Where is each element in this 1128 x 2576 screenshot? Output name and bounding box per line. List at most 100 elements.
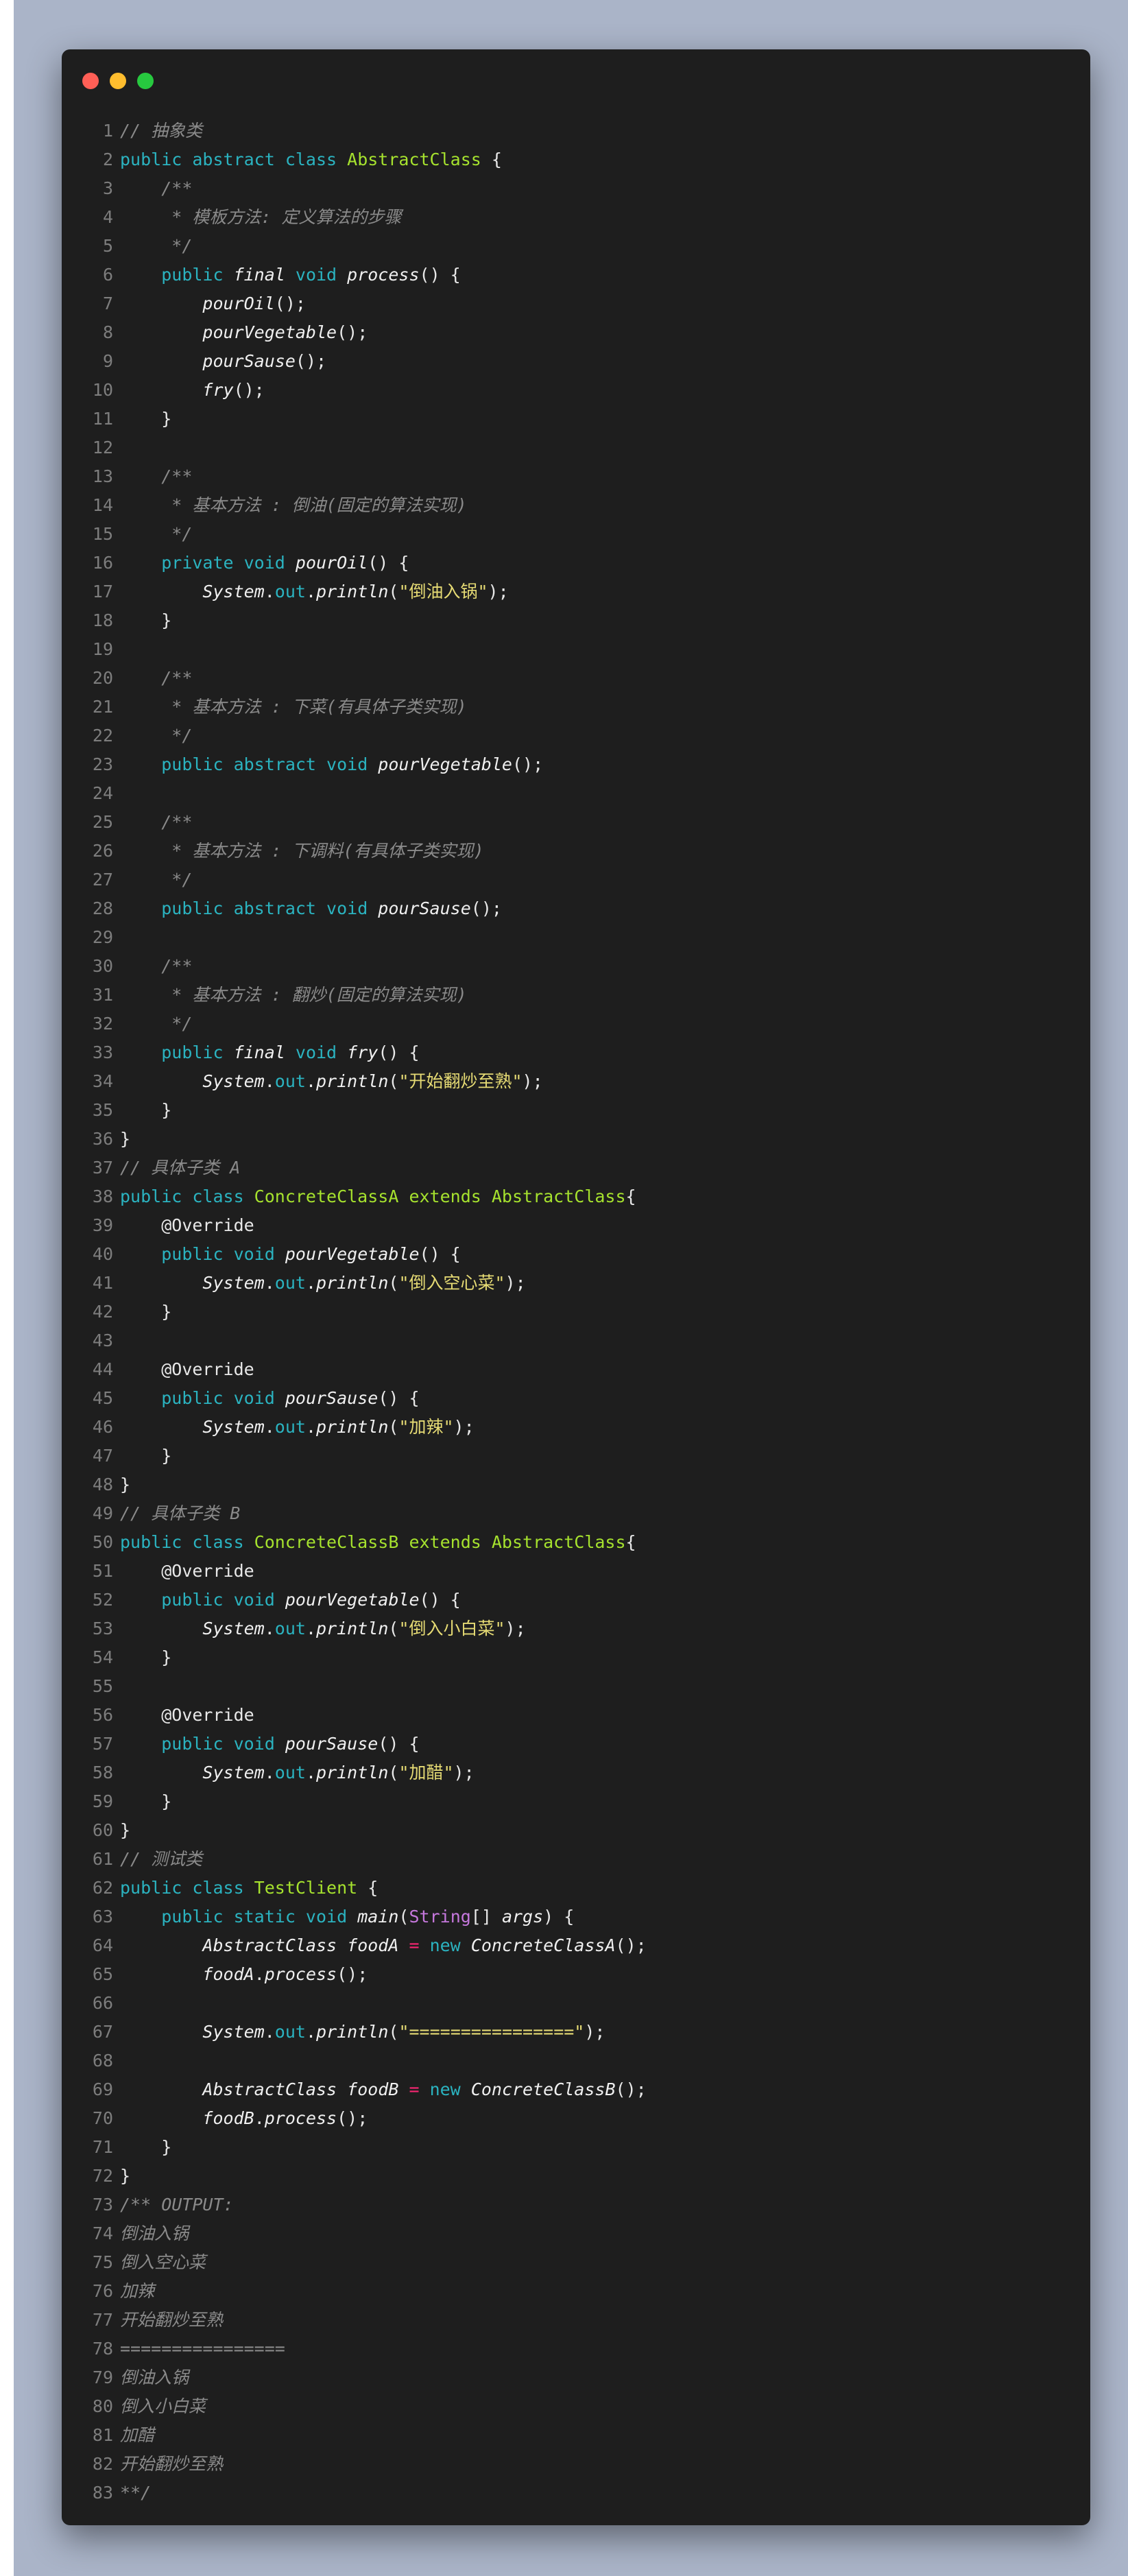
code-token: /** bbox=[161, 178, 193, 198]
minimize-dot-icon[interactable] bbox=[110, 73, 126, 89]
line-number: 74 bbox=[92, 2223, 113, 2243]
code-line: 37 // 具体子类 A bbox=[62, 1154, 1090, 1182]
code-line: 72} bbox=[62, 2162, 1090, 2191]
code-token: /** bbox=[161, 466, 193, 486]
code-token: new bbox=[429, 1935, 471, 1955]
code-token: // 抽象类 bbox=[120, 121, 203, 141]
code-token: pourVegetable bbox=[285, 1244, 420, 1264]
code-line: 48} bbox=[62, 1470, 1090, 1499]
code-token: println bbox=[316, 582, 389, 601]
code-line: 59 } bbox=[62, 1787, 1090, 1816]
code-line: 33 public final void fry() { bbox=[62, 1038, 1090, 1067]
code-line: 77 开始翻炒至熟 bbox=[62, 2306, 1090, 2335]
line-number: 17 bbox=[92, 582, 113, 601]
code-line: 27 */ bbox=[62, 866, 1090, 894]
code-token: * 模板方法: 定义算法的步骤 bbox=[171, 207, 402, 227]
code-token: . bbox=[264, 582, 275, 601]
line-number: 82 bbox=[92, 2454, 113, 2474]
line-number: 49 bbox=[92, 1503, 113, 1523]
line-number: 71 bbox=[92, 2137, 113, 2157]
line-number: 26 bbox=[92, 841, 113, 861]
left-edge-strip bbox=[0, 0, 14, 2576]
code-token: @Override bbox=[161, 1215, 254, 1235]
line-number: 30 bbox=[92, 956, 113, 976]
code-line: 11 } bbox=[62, 405, 1090, 433]
code-line: 38 public class ConcreteClassA extends Ab… bbox=[62, 1182, 1090, 1211]
code-token: (); bbox=[337, 1964, 368, 1984]
code-token: */ bbox=[171, 236, 193, 256]
line-number: 34 bbox=[92, 1071, 113, 1091]
line-number: 22 bbox=[92, 726, 113, 746]
code-token: () { bbox=[378, 1042, 420, 1062]
code-token: /** bbox=[161, 956, 193, 976]
code-line: 63 public static void main(String[] args… bbox=[62, 1903, 1090, 1931]
code-line: 22 */ bbox=[62, 721, 1090, 750]
code-token: pourOil bbox=[202, 294, 275, 313]
code-token: } bbox=[161, 1647, 172, 1667]
line-number: 8 bbox=[102, 322, 113, 342]
code-line: 62 public class TestClient { bbox=[62, 1874, 1090, 1903]
line-number: 43 bbox=[92, 1331, 113, 1350]
code-token: public class bbox=[120, 1532, 254, 1552]
line-number: 9 bbox=[102, 351, 113, 371]
code-line: 47 } bbox=[62, 1442, 1090, 1470]
code-token: public void bbox=[161, 1244, 285, 1264]
code-line: 83 **/ bbox=[62, 2479, 1090, 2507]
code-token: pourVegetable bbox=[378, 754, 512, 774]
line-number: 32 bbox=[92, 1014, 113, 1034]
code-token: (); bbox=[512, 754, 544, 774]
line-number: 27 bbox=[92, 870, 113, 890]
maximize-dot-icon[interactable] bbox=[137, 73, 154, 89]
code-token: . bbox=[264, 1071, 275, 1091]
line-number: 64 bbox=[92, 1935, 113, 1955]
code-token: public void bbox=[161, 1734, 285, 1754]
code-token: */ bbox=[171, 1014, 193, 1034]
code-token: process bbox=[264, 1964, 337, 1984]
code-token: } bbox=[161, 1791, 172, 1811]
line-number: 66 bbox=[92, 1993, 113, 2013]
code-token: process bbox=[347, 265, 420, 285]
code-line: 50 public class ConcreteClassB extends Ab… bbox=[62, 1528, 1090, 1557]
code-line: 69 AbstractClass foodB = new ConcreteCla… bbox=[62, 2075, 1090, 2104]
code-token: void bbox=[285, 1042, 348, 1062]
code-line: 81 加醋 bbox=[62, 2421, 1090, 2450]
code-token: } bbox=[161, 610, 172, 630]
code-token: pourSause bbox=[285, 1388, 379, 1408]
line-number: 80 bbox=[92, 2396, 113, 2416]
code-token: println bbox=[316, 2022, 389, 2042]
code-token: out bbox=[274, 1071, 306, 1091]
code-line: 25 /** bbox=[62, 808, 1090, 837]
code-line: 64 AbstractClass foodA = new ConcreteCla… bbox=[62, 1931, 1090, 1960]
code-token: AbstractClass bbox=[347, 150, 481, 169]
code-token: **/ bbox=[120, 2483, 152, 2503]
line-number: 28 bbox=[92, 898, 113, 918]
code-line: 28 public abstract void pourSause(); bbox=[62, 894, 1090, 923]
line-number: 15 bbox=[92, 524, 113, 544]
code-token: ); bbox=[453, 1763, 475, 1782]
code-line: 42 } bbox=[62, 1298, 1090, 1326]
code-token: void bbox=[285, 265, 348, 285]
code-line: 36} bbox=[62, 1125, 1090, 1154]
code-token: . bbox=[305, 1619, 317, 1638]
code-line: 53 System.out.println("倒入小白菜"); bbox=[62, 1614, 1090, 1643]
close-dot-icon[interactable] bbox=[82, 73, 99, 89]
line-number: 72 bbox=[92, 2166, 113, 2186]
code-token: "倒入空心菜" bbox=[398, 1273, 505, 1293]
code-token: 加辣 bbox=[120, 2281, 155, 2301]
line-number: 48 bbox=[92, 1475, 113, 1494]
code-line: 58 System.out.println("加醋"); bbox=[62, 1758, 1090, 1787]
code-block: 1 // 抽象类 2 public abstract class AbstractCl… bbox=[62, 117, 1090, 2507]
code-token: public abstract class bbox=[120, 150, 348, 169]
